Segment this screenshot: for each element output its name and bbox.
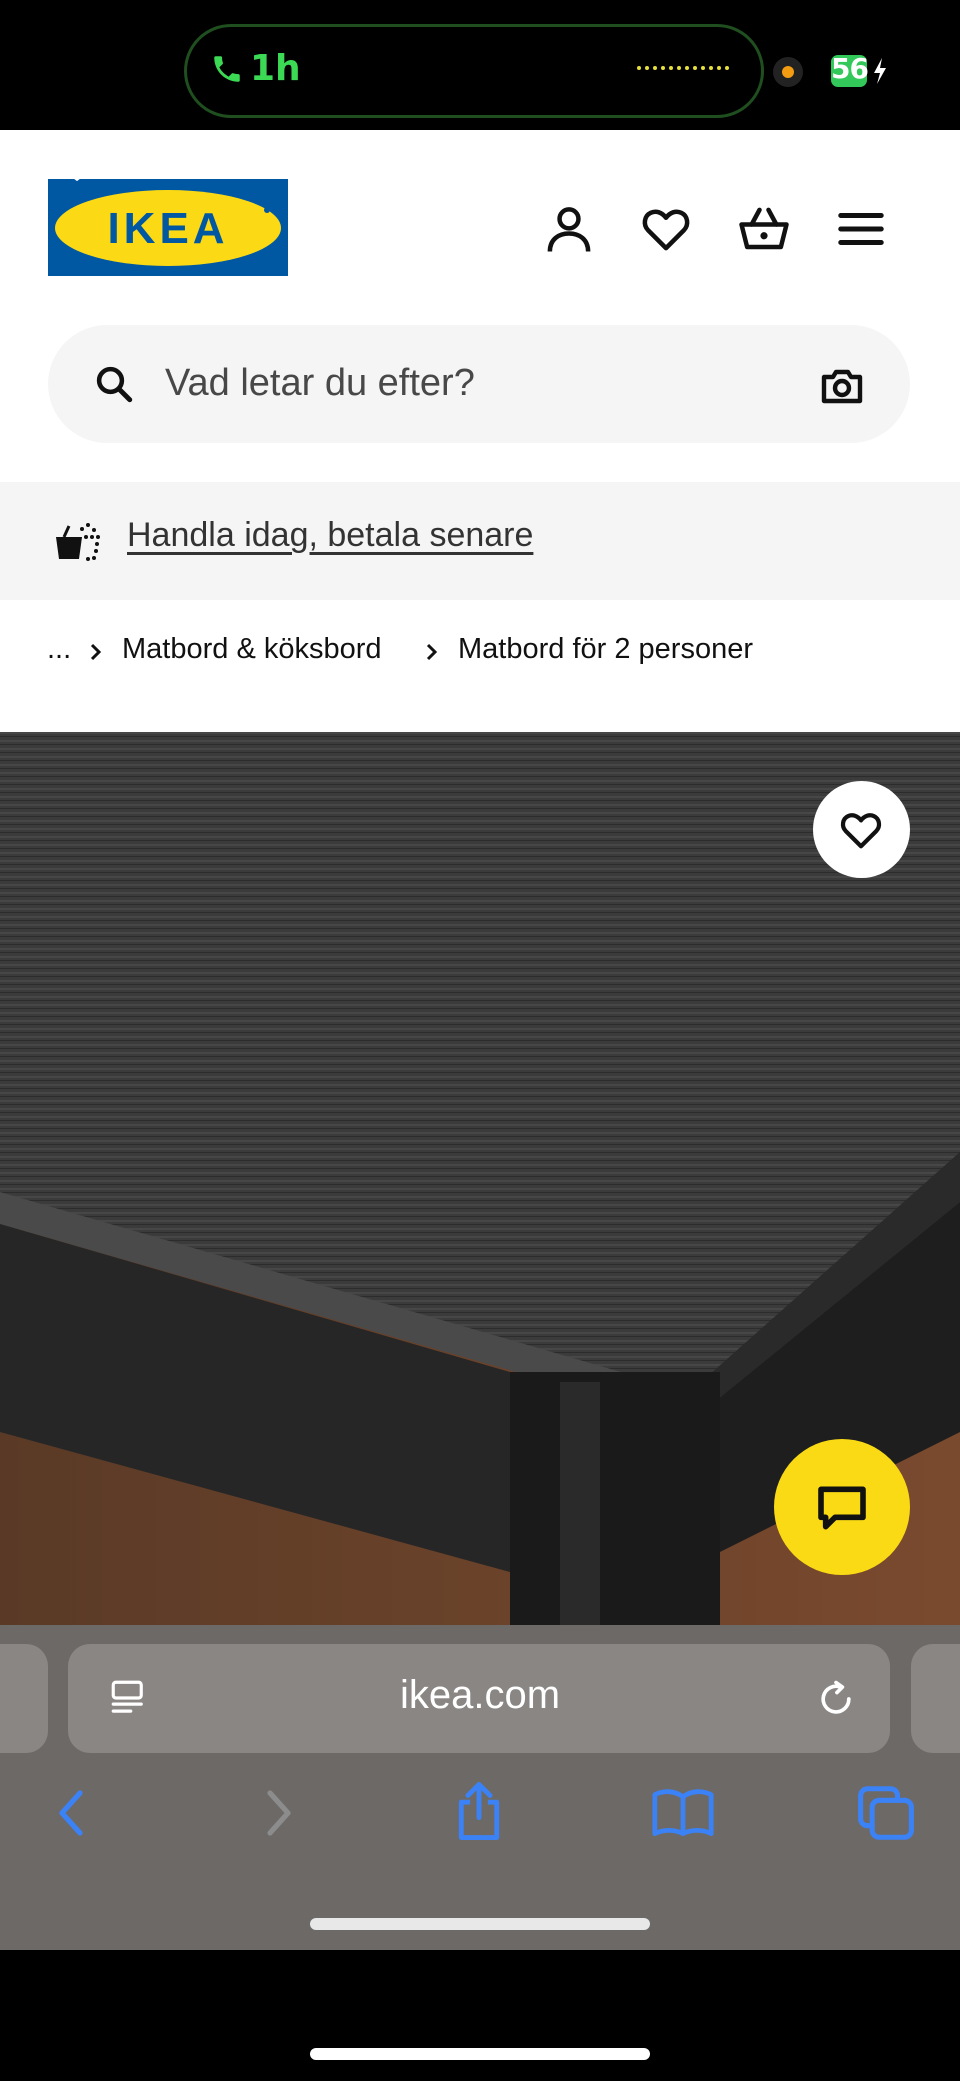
chevron-right-icon: [90, 643, 102, 661]
chat-icon: [818, 1486, 866, 1530]
chevron-right-icon: [426, 643, 438, 661]
heart-icon: [840, 813, 882, 849]
breadcrumb-ellipsis[interactable]: ...: [47, 633, 71, 666]
reload-icon[interactable]: [814, 1677, 858, 1721]
camera-icon[interactable]: [818, 362, 866, 410]
browser-home-indicator: [310, 1918, 650, 1930]
back-icon[interactable]: [48, 1787, 96, 1839]
waveform-icon: [637, 66, 729, 70]
heart-icon[interactable]: [639, 202, 693, 256]
share-icon[interactable]: [452, 1780, 506, 1842]
account-icon[interactable]: [542, 202, 596, 256]
menu-icon[interactable]: [834, 202, 888, 256]
pay-later-link[interactable]: Handla idag, betala senare: [127, 516, 533, 555]
bookmarks-icon[interactable]: [650, 1786, 716, 1838]
basket-pay-later-icon: [56, 523, 100, 561]
call-duration: 1h: [250, 48, 301, 89]
search-input[interactable]: Vad letar du efter?: [165, 362, 475, 405]
breadcrumb-item[interactable]: Matbord & köksbord: [122, 633, 382, 666]
forward-icon: [267, 1790, 291, 1836]
svg-text:IKEA: IKEA: [107, 204, 228, 253]
shopping-basket-icon[interactable]: [737, 202, 791, 256]
ikea-logo[interactable]: IKEA: [48, 179, 288, 276]
home-indicator[interactable]: [310, 2048, 650, 2060]
bottom-bar: [0, 1950, 960, 2081]
microphone-indicator-icon: [773, 57, 803, 87]
close-icon[interactable]: [56, 163, 98, 193]
battery-level: 56: [831, 52, 869, 85]
search-icon: [96, 366, 133, 403]
charging-bolt-icon: [874, 58, 886, 84]
tabs-icon[interactable]: [856, 1784, 916, 1842]
breadcrumb-item[interactable]: Matbord för 2 personer: [458, 633, 753, 666]
phone-icon: [214, 56, 240, 82]
